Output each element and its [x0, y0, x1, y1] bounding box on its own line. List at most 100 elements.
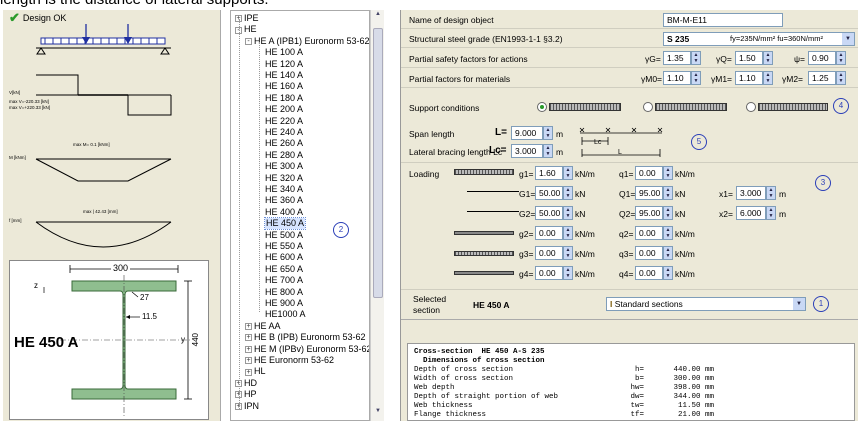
- gamma-m1-spinner[interactable]: ▲ ▼: [763, 71, 773, 85]
- design-name-input[interactable]: BM-M-E11: [663, 13, 783, 27]
- tree-item[interactable]: HE 160 A: [265, 81, 303, 92]
- expand-icon[interactable]: +: [245, 368, 252, 376]
- x2-input[interactable]: 6.000: [736, 206, 766, 220]
- tree-scrollbar[interactable]: ▲ ▼: [370, 10, 384, 421]
- expand-icon[interactable]: +: [245, 334, 252, 342]
- gamma-g-input[interactable]: 1.35: [663, 51, 691, 65]
- tree-item[interactable]: HE 340 A: [265, 184, 303, 195]
- tree-item[interactable]: + HE M (IPBv) Euronorm 53-62: [245, 344, 369, 355]
- q2-input[interactable]: 0.00: [635, 226, 663, 240]
- q1-input[interactable]: 0.00: [635, 166, 663, 180]
- tree-item[interactable]: HE 100 A: [265, 47, 303, 58]
- g4-input[interactable]: 0.00: [535, 266, 563, 280]
- tree-item[interactable]: HE 200 A: [265, 104, 303, 115]
- tree-item[interactable]: HE 240 A: [265, 127, 303, 138]
- support-simply-radio[interactable]: [537, 102, 547, 112]
- bracing-input[interactable]: 3.000: [511, 144, 543, 158]
- tree-item-label: HE 280 A: [265, 149, 304, 160]
- tree-item[interactable]: HE 450 A: [263, 217, 307, 231]
- G1-spinner[interactable]: ▲ ▼: [563, 186, 573, 200]
- steel-grade-select[interactable]: S 235 fy=235N/mm² fu=360N/mm² ▼: [663, 32, 855, 46]
- tree-item[interactable]: HE1000 A: [265, 309, 306, 320]
- chevron-down-icon[interactable]: ▼: [842, 33, 854, 45]
- tree-item[interactable]: HE 600 A: [265, 252, 303, 263]
- x1-input[interactable]: 3.000: [736, 186, 766, 200]
- tree-item[interactable]: HE 300 A: [265, 161, 303, 172]
- tree-item[interactable]: HE 180 A: [265, 93, 303, 104]
- q4-input[interactable]: 0.00: [635, 266, 663, 280]
- g4-spinner[interactable]: ▲ ▼: [563, 266, 573, 280]
- psi-spinner[interactable]: ▲ ▼: [836, 51, 846, 65]
- tree-item[interactable]: HE 260 A: [265, 138, 303, 149]
- scroll-down-icon[interactable]: ▼: [373, 408, 383, 420]
- gamma-m2-input[interactable]: 1.25: [808, 71, 836, 85]
- tree-item[interactable]: + HE AA: [245, 321, 281, 332]
- tree-item[interactable]: HE 800 A: [265, 287, 303, 298]
- expand-icon[interactable]: +: [245, 345, 252, 353]
- support-fixed-radio[interactable]: [643, 102, 653, 112]
- support-cantilever-radio[interactable]: [746, 102, 756, 112]
- tree-item-label: IPE: [244, 13, 259, 23]
- g2-input[interactable]: 0.00: [535, 226, 563, 240]
- tree-item-label: HE 700 A: [265, 275, 304, 286]
- gamma-m2-spinner[interactable]: ▲ ▼: [836, 71, 846, 85]
- G2-spinner[interactable]: ▲ ▼: [563, 206, 573, 220]
- tree-item[interactable]: + HE Euronorm 53-62: [245, 355, 334, 366]
- Q1-spinner[interactable]: ▲ ▼: [663, 186, 673, 200]
- q3-input[interactable]: 0.00: [635, 246, 663, 260]
- tree-item[interactable]: + HE B (IPB) Euronorm 53-62: [245, 332, 366, 343]
- report-output[interactable]: Cross-section HE 450 A-S 235 Dimensions …: [407, 343, 855, 421]
- q3-spinner[interactable]: ▲ ▼: [663, 246, 673, 260]
- tree-item[interactable]: HE 220 A: [265, 116, 303, 127]
- gamma-q-input[interactable]: 1.50: [735, 51, 763, 65]
- tree-item[interactable]: HE 140 A: [265, 70, 303, 81]
- g1-input[interactable]: 1.60: [535, 166, 563, 180]
- scroll-up-icon[interactable]: ▲: [373, 11, 383, 23]
- psi-input[interactable]: 0.90: [808, 51, 836, 65]
- x2-spinner[interactable]: ▲ ▼: [766, 206, 776, 220]
- tree-item[interactable]: HE 500 A: [265, 230, 303, 241]
- g1-spinner[interactable]: ▲ ▼: [563, 166, 573, 180]
- Q2-spinner[interactable]: ▲ ▼: [663, 206, 673, 220]
- span-spinner[interactable]: ▲ ▼: [543, 126, 553, 140]
- sections-type-select[interactable]: I Standard sections ▼: [606, 297, 806, 311]
- Q1-input[interactable]: 95.00: [635, 186, 663, 200]
- expand-icon[interactable]: +: [245, 357, 252, 365]
- gamma-g-spinner[interactable]: ▲ ▼: [691, 51, 701, 65]
- q2-spinner[interactable]: ▲ ▼: [663, 226, 673, 240]
- tree-item[interactable]: HE 700 A: [265, 275, 303, 286]
- tree-item[interactable]: HE 360 A: [265, 195, 303, 206]
- tree-item[interactable]: HE 400 A: [265, 207, 303, 218]
- gamma-m0-input[interactable]: 1.10: [663, 71, 691, 85]
- tree-item[interactable]: + HL: [245, 366, 266, 377]
- scroll-thumb[interactable]: [373, 28, 383, 298]
- tree-item[interactable]: HE 120 A: [265, 59, 303, 70]
- span-unit: m: [556, 129, 564, 139]
- G1-input[interactable]: 50.00: [535, 186, 563, 200]
- g3-input[interactable]: 0.00: [535, 246, 563, 260]
- q1-spinner[interactable]: ▲ ▼: [663, 166, 673, 180]
- bracing-spinner[interactable]: ▲ ▼: [543, 144, 553, 158]
- tree-item[interactable]: HE 550 A: [265, 241, 303, 252]
- g3-spinner[interactable]: ▲ ▼: [563, 246, 573, 260]
- tree-item-label: HE 300 A: [265, 161, 304, 172]
- g2-spinner[interactable]: ▲ ▼: [563, 226, 573, 240]
- tree-item[interactable]: - HE A (IPB1) Euronorm 53-62: [245, 36, 369, 47]
- report-row: Width of cross section b= 300.00 mm: [414, 375, 714, 383]
- collapse-icon[interactable]: -: [245, 37, 252, 45]
- tree-item[interactable]: HE 900 A: [265, 298, 303, 309]
- q4-spinner[interactable]: ▲ ▼: [663, 266, 673, 280]
- Q2-input[interactable]: 95.00: [635, 206, 663, 220]
- tree-item[interactable]: HE 320 A: [265, 173, 303, 184]
- gamma-q-spinner[interactable]: ▲ ▼: [763, 51, 773, 65]
- gamma-m0-spinner[interactable]: ▲ ▼: [691, 71, 701, 85]
- tree-item[interactable]: HE 280 A: [265, 150, 303, 161]
- G2-input[interactable]: 50.00: [535, 206, 563, 220]
- x1-spinner[interactable]: ▲ ▼: [766, 186, 776, 200]
- span-input[interactable]: 9.000: [511, 126, 543, 140]
- tree-item[interactable]: HE 650 A: [265, 264, 303, 275]
- section-tree[interactable]: + IPE - HE - HE A (IPB1) Euronorm 53-62 HE 100…: [230, 10, 370, 421]
- chevron-down-icon[interactable]: ▼: [793, 298, 805, 310]
- expand-icon[interactable]: +: [245, 322, 252, 330]
- gamma-m1-input[interactable]: 1.10: [735, 71, 763, 85]
